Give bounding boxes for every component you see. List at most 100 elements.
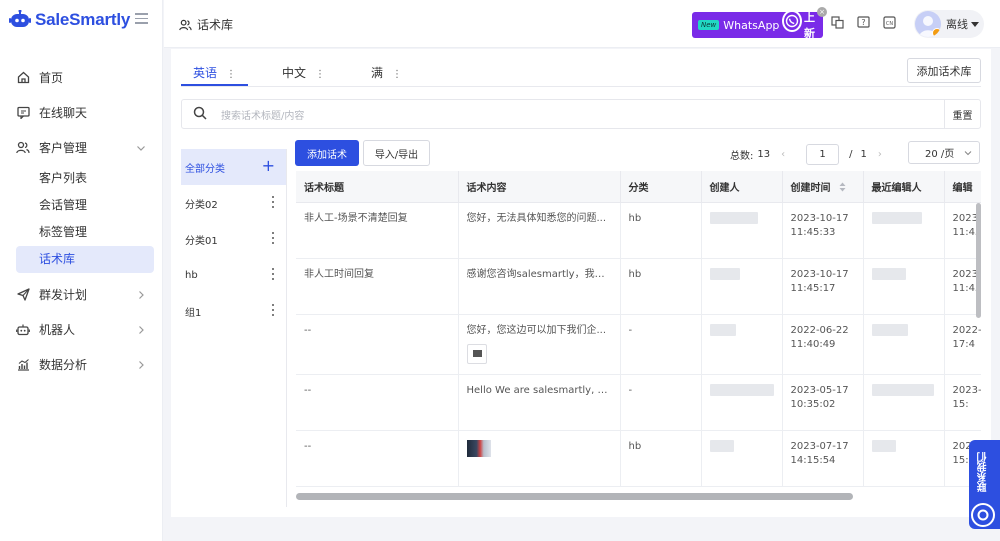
table-row[interactable]: -- hb 2023-07-1714:15:54 2023-07-1715:	[296, 430, 981, 487]
sidebar-nav: 首页 在线聊天 客户管理 客户列表 会话管理 标签管理 话术库 群发计划 机器人…	[0, 60, 163, 382]
cell-title: --	[296, 430, 459, 487]
sidebar-item-label: 在线聊天	[39, 106, 88, 120]
cell-created-time: 2023-10-17 11:45:33	[782, 202, 864, 259]
table-row[interactable]: -- 您好，您这边可以加下我们企... - 2022-06-22 11:40:49…	[296, 314, 982, 375]
more-vertical-icon[interactable]	[272, 232, 275, 244]
more-vertical-icon[interactable]: ⋮	[226, 69, 236, 80]
help-icon[interactable]: ?	[857, 16, 871, 30]
category-item-all[interactable]: 全部分类 +	[181, 149, 286, 185]
cell-creator	[701, 374, 783, 431]
category-item[interactable]: 组1	[181, 293, 286, 329]
more-vertical-icon[interactable]: ⋮	[392, 69, 402, 80]
column-header-created-time[interactable]: 创建时间	[782, 171, 864, 203]
cell-created-time: 2023-05-17 10:35:02	[782, 374, 864, 431]
brand-logo[interactable]: SaleSmartly	[9, 9, 130, 31]
cell-creator	[701, 202, 783, 259]
page-size-select[interactable]: 20 /页	[908, 141, 980, 164]
page-input[interactable]: 1	[806, 143, 840, 165]
whatsapp-promo-badge[interactable]: New WhatsApp 上新 ×	[692, 7, 827, 40]
tab-label: 满	[371, 66, 384, 80]
cell-category: hb	[620, 202, 702, 259]
sidebar-item-label: 群发计划	[39, 288, 88, 302]
cell-creator	[701, 314, 783, 375]
language-tabs: 英语 ⋮ 中文 ⋮ 满 ⋮	[181, 60, 436, 86]
add-library-button[interactable]: 添加话术库	[907, 58, 981, 83]
category-item[interactable]: 分类01	[181, 221, 286, 257]
scrollbar-thumb[interactable]	[296, 493, 853, 500]
redacted-block	[871, 267, 906, 280]
sidebar: SaleSmartly 首页 在线聊天 客户管理 客户列表 会话管理 标签管理 …	[0, 0, 163, 541]
add-script-button[interactable]: 添加话术	[295, 140, 359, 166]
status-dot	[932, 28, 941, 37]
vertical-scrollbar[interactable]	[976, 203, 981, 318]
table-row[interactable]: 非人工时间回复 感谢您咨询salesmartly，我们... hb 2023-1…	[296, 258, 981, 315]
tab-third[interactable]: 满 ⋮	[359, 60, 414, 86]
cell-edit-time: 2022-06-22 17:4	[944, 314, 982, 375]
column-header: 话术标题	[296, 171, 459, 203]
chart-icon	[16, 358, 30, 372]
tab-english[interactable]: 英语 ⋮	[181, 60, 249, 86]
chat-icon	[16, 106, 30, 120]
chevron-right-icon	[136, 324, 146, 334]
table-row[interactable]: 非人工-场景不清楚回复 您好，无法具体知悉您的问题... hb 2023-10-…	[296, 202, 981, 259]
column-header: 最近编辑人	[863, 171, 945, 203]
sidebar-item-label: 首页	[39, 71, 64, 85]
date-text: 2022-06-22	[952, 324, 982, 336]
sidebar-item-analytics[interactable]: 数据分析	[0, 347, 163, 382]
whatsapp-icon	[782, 10, 802, 32]
sort-icon[interactable]	[839, 182, 846, 192]
sidebar-item-customers[interactable]: 客户管理	[0, 130, 163, 165]
reset-button[interactable]: 重置	[944, 100, 980, 128]
redacted-block	[871, 323, 908, 336]
sidebar-item-robot[interactable]: 机器人	[0, 312, 163, 347]
chat-bubble-icon[interactable]	[971, 503, 995, 527]
more-vertical-icon[interactable]: ⋮	[315, 69, 325, 80]
prev-page-icon[interactable]: ‹	[776, 149, 790, 160]
sidebar-item-chat[interactable]: 在线聊天	[0, 95, 163, 130]
sidebar-subitem-sessions[interactable]: 会话管理	[16, 192, 154, 219]
category-item[interactable]: 分类02	[181, 185, 286, 221]
attachment-thumbnail[interactable]	[466, 343, 487, 364]
chevron-right-icon	[136, 289, 146, 299]
language-icon[interactable]: CN	[883, 16, 897, 30]
cell-category: -	[620, 374, 702, 431]
user-status: 离线	[946, 18, 968, 31]
more-vertical-icon[interactable]	[272, 268, 275, 280]
horizontal-scrollbar[interactable]	[296, 491, 981, 501]
search-bar: 搜索话术标题/内容 重置	[181, 99, 981, 129]
page-title: 话术库	[179, 16, 233, 33]
tab-chinese[interactable]: 中文 ⋮	[270, 60, 337, 86]
sidebar-item-broadcast[interactable]: 群发计划	[0, 277, 163, 312]
image-thumbnail[interactable]	[466, 439, 491, 457]
cell-content: 您好，您这边可以加下我们企...	[458, 314, 621, 375]
sidebar-item-home[interactable]: 首页	[0, 60, 163, 95]
more-vertical-icon[interactable]	[272, 304, 275, 316]
add-category-icon[interactable]: +	[262, 156, 275, 175]
cell-title: 非人工-场景不清楚回复	[296, 202, 459, 259]
close-icon[interactable]: ×	[817, 7, 827, 17]
avatar	[915, 11, 941, 37]
contact-us-widget[interactable]: 联系我们	[969, 440, 1000, 529]
search-input[interactable]: 搜索话术标题/内容	[221, 107, 944, 122]
category-item[interactable]: hb	[181, 257, 286, 293]
whatsapp-label: WhatsApp	[723, 18, 780, 32]
sidebar-subitem-scripts[interactable]: 话术库	[16, 246, 154, 273]
more-vertical-icon[interactable]	[272, 196, 275, 208]
cell-content: 感谢您咨询salesmartly，我们...	[458, 258, 621, 315]
copy-icon[interactable]	[831, 16, 845, 30]
menu-toggle-icon[interactable]	[135, 13, 148, 24]
new-tag: New	[698, 20, 720, 30]
user-menu[interactable]: 离线	[914, 10, 984, 38]
main-card: 英语 ⋮ 中文 ⋮ 满 ⋮ 添加话术库 搜索话术标题/内容 重置 全部分类 + 分类02…	[171, 49, 991, 517]
sidebar-subitem-customer-list[interactable]: 客户列表	[16, 165, 154, 192]
search-icon	[193, 106, 209, 122]
svg-text:CN: CN	[886, 21, 893, 27]
time-text: 11:45:33	[790, 226, 836, 238]
sidebar-subitem-tags[interactable]: 标签管理	[16, 219, 154, 246]
sidebar-item-label: 客户管理	[39, 141, 88, 155]
category-label: hb	[185, 269, 198, 281]
next-page-icon[interactable]: ›	[873, 149, 887, 160]
import-export-button[interactable]: 导入/导出	[363, 140, 430, 166]
table-row[interactable]: -- Hello We are salesmartly, abou... - 2…	[296, 374, 981, 431]
chevron-down-icon	[964, 149, 972, 156]
